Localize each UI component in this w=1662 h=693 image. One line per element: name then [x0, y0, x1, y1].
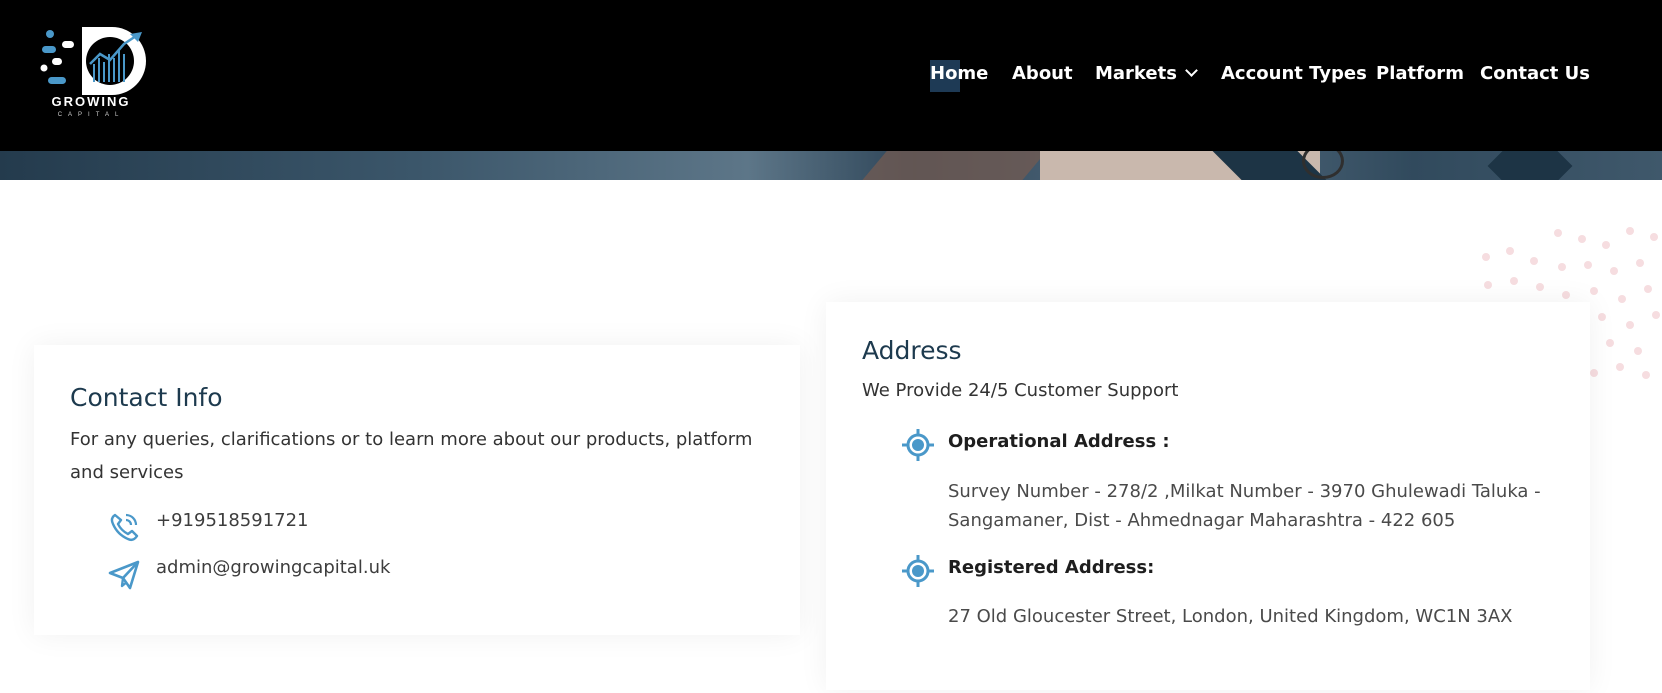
- nav-platform-label: Platform: [1376, 63, 1464, 84]
- registered-address-value: 27 Old Gloucester Street, London, United…: [948, 606, 1513, 627]
- operational-address-label: Operational Address :: [948, 431, 1170, 452]
- brand-logo[interactable]: GROWING CAPITAL: [38, 22, 150, 126]
- nav-markets-label: Markets: [1095, 63, 1177, 84]
- nav-platform[interactable]: Platform: [1376, 60, 1464, 88]
- chevron-down-icon: [1185, 64, 1198, 77]
- address-subtitle: We Provide 24/5 Customer Support: [862, 380, 1179, 401]
- nav-home[interactable]: Home: [930, 60, 989, 92]
- logo-icon: [40, 27, 146, 95]
- nav-account-types-label: Account Types: [1221, 63, 1367, 84]
- contact-email[interactable]: admin@growingcapital.uk: [156, 557, 390, 578]
- nav-about-label: About: [1012, 63, 1073, 84]
- nav-contact-us[interactable]: Contact Us: [1480, 60, 1590, 88]
- contact-info-card: Contact Info For any queries, clarificat…: [34, 345, 800, 635]
- send-icon: [108, 560, 140, 590]
- registered-address-label: Registered Address:: [948, 557, 1155, 578]
- nav-markets[interactable]: Markets: [1095, 60, 1198, 88]
- operational-address-value: Survey Number - 278/2 ,Milkat Number - 3…: [948, 481, 1541, 531]
- contact-phone[interactable]: +919518591721: [156, 510, 309, 531]
- hero-image-strip: [0, 151, 1662, 180]
- brand-name: GROWING: [51, 94, 131, 109]
- nav-home-label: Home: [930, 63, 989, 84]
- phone-icon: [110, 513, 139, 541]
- nav-about[interactable]: About: [1012, 60, 1073, 88]
- contact-info-title: Contact Info: [70, 383, 223, 412]
- brand-subtitle: CAPITAL: [57, 112, 125, 118]
- location-target-icon: [902, 555, 934, 587]
- address-title: Address: [862, 336, 962, 365]
- address-card: Address We Provide 24/5 Customer Support…: [826, 302, 1590, 690]
- location-target-icon: [902, 429, 934, 461]
- nav-account-types[interactable]: Account Types: [1221, 60, 1367, 88]
- contact-info-description: For any queries, clarifications or to le…: [70, 429, 753, 483]
- nav-contact-us-label: Contact Us: [1480, 63, 1591, 84]
- site-header: GROWING CAPITAL Home About Markets Accou…: [0, 0, 1662, 151]
